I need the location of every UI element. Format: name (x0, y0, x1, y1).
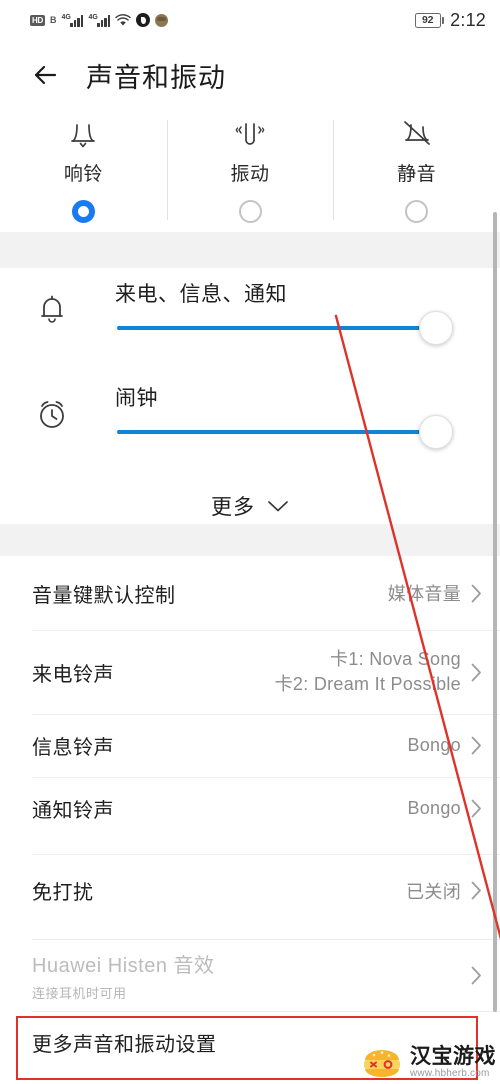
row-left: 来电铃声 (32, 658, 114, 687)
watermark: 汉宝游戏 www.hbherb.com (361, 1046, 496, 1080)
bell-icon (66, 116, 100, 152)
battery-cap (442, 16, 445, 24)
chevron-down-icon[interactable] (267, 500, 289, 513)
page-header: 声音和振动 (0, 44, 500, 106)
mode-radio-vibrate[interactable] (238, 200, 262, 223)
row-value: 媒体音量 (387, 584, 461, 604)
back-arrow-icon[interactable] (28, 57, 64, 93)
row-title: Huawei Histen 音效 (32, 954, 215, 977)
list-item-message-ringtone[interactable]: 信息铃声 Bongo (0, 714, 500, 777)
status-bar-right-icons: 92 2:12 (414, 9, 486, 31)
row-title: 来电铃声 (32, 663, 114, 686)
data-saver-icon (136, 13, 151, 27)
alarm-clock-icon (32, 394, 72, 434)
mode-radio-ring[interactable] (71, 200, 95, 223)
status-bar: HD B 4G 4G 92 2:12 (0, 0, 500, 40)
bell-icon (32, 290, 72, 330)
row-value: Bongo (407, 798, 461, 818)
watermark-url: www.hbherb.com (410, 1068, 490, 1079)
volte-icon: B (49, 15, 57, 25)
slider-thumb-alarm[interactable] (419, 415, 453, 449)
row-value: Bongo (407, 735, 461, 755)
status-bar-clock: 2:12 (450, 9, 486, 30)
volume-sliders-section: 来电、信息、通知 闹钟 更多 (0, 268, 500, 524)
list-item-do-not-disturb[interactable]: 免打扰 已关闭 (0, 854, 500, 927)
row-left: Huawei Histen 音效 连接耳机时可用 (32, 949, 215, 1002)
row-right: Bongo (407, 735, 482, 756)
page-title: 声音和振动 (86, 62, 226, 93)
wifi-icon (115, 13, 132, 25)
sound-mode-selector: 响铃 振动 静音 (0, 112, 500, 232)
slider-label-alarm: 闹钟 (115, 387, 158, 410)
chevron-right-icon (471, 799, 481, 818)
section-divider-top (0, 232, 500, 268)
mode-option-vibrate[interactable]: 振动 (166, 112, 334, 232)
row-value: 卡1: Nova Song 卡2: Dream It Possible (275, 647, 461, 697)
status-bar-left-icons: HD B 4G 4G (30, 13, 169, 27)
watermark-name: 汉宝游戏 (410, 1045, 496, 1068)
chevron-right-icon (471, 966, 481, 984)
network-type-label-sim1: 4G (61, 13, 71, 21)
mode-option-silent[interactable]: 静音 (333, 112, 500, 232)
row-right: 已关闭 (406, 878, 482, 904)
network-type-label-sim2: 4G (88, 13, 98, 21)
slider-row-alarm: 闹钟 (0, 372, 500, 476)
list-item-call-ringtone[interactable]: 来电铃声 卡1: Nova Song 卡2: Dream It Possible (0, 630, 500, 714)
chevron-right-icon (471, 663, 481, 681)
row-value: 已关闭 (406, 881, 461, 902)
row-right (471, 966, 482, 985)
mode-label-silent: 静音 (397, 164, 437, 185)
battery-level: 92 (414, 12, 441, 28)
watermark-text: 汉宝游戏 www.hbherb.com (410, 1046, 496, 1080)
row-title: 免打扰 (32, 882, 94, 904)
slider-track-alarm[interactable] (117, 430, 453, 434)
chevron-right-icon (471, 881, 481, 900)
chevron-right-icon (471, 736, 481, 755)
list-item-notification-ringtone[interactable]: 通知铃声 Bongo (0, 777, 500, 840)
section-divider-mid (0, 524, 500, 556)
row-right: Bongo (407, 798, 482, 819)
vibrate-icon (233, 116, 267, 152)
row-left: 音量键默认控制 (32, 579, 176, 608)
more-sliders-label: 更多 (211, 496, 255, 519)
settings-list: 音量键默认控制 媒体音量 来电铃声 卡1: Nova Song 卡2: Drea… (0, 556, 500, 1073)
row-subtitle: 连接耳机时可用 (32, 985, 127, 1001)
slider-label-ringtone: 来电、信息、通知 (115, 283, 287, 306)
row-value-sim1: 卡1: Nova Song (330, 649, 461, 669)
row-title: 信息铃声 (32, 737, 114, 759)
mode-label-vibrate: 振动 (230, 164, 270, 185)
slider-thumb-ringtone[interactable] (419, 311, 453, 345)
vertical-scrollbar[interactable] (493, 212, 497, 1012)
slider-row-ringtone: 来电、信息、通知 (0, 268, 500, 372)
hd-icon: HD (30, 14, 45, 26)
row-title: 通知铃声 (32, 800, 114, 822)
signal-bars-sim2-icon: 4G (88, 13, 111, 27)
slider-track-ringtone[interactable] (117, 326, 453, 330)
burger-logo-icon (364, 1050, 400, 1077)
chevron-right-icon (471, 584, 481, 602)
row-left: 信息铃声 (32, 731, 114, 760)
phone-screen: HD B 4G 4G 92 2:12 声音和振动 响铃 振动 静音 来电、信息、… (0, 0, 500, 1084)
row-right: 媒体音量 (388, 580, 482, 606)
row-title: 音量键默认控制 (32, 584, 176, 607)
battery-icon: 92 (414, 12, 445, 28)
signal-bars-sim1-icon: 4G (61, 13, 84, 27)
profile-icon (155, 13, 169, 27)
list-item-huawei-histen[interactable]: Huawei Histen 音效 连接耳机时可用 (0, 939, 500, 1011)
list-item-volume-key-control[interactable]: 音量键默认控制 媒体音量 (0, 556, 500, 630)
row-left: 免打扰 (32, 876, 94, 905)
bell-muted-icon (400, 116, 434, 152)
mode-label-ring: 响铃 (63, 164, 103, 185)
row-value-sim2: 卡2: Dream It Possible (274, 674, 461, 694)
row-right: 卡1: Nova Song 卡2: Dream It Possible (275, 647, 482, 697)
row-left: 通知铃声 (32, 794, 114, 823)
mode-option-ring[interactable]: 响铃 (0, 112, 167, 232)
more-sliders-toggle[interactable]: 更多 (0, 484, 500, 528)
mode-radio-silent[interactable] (405, 200, 429, 223)
